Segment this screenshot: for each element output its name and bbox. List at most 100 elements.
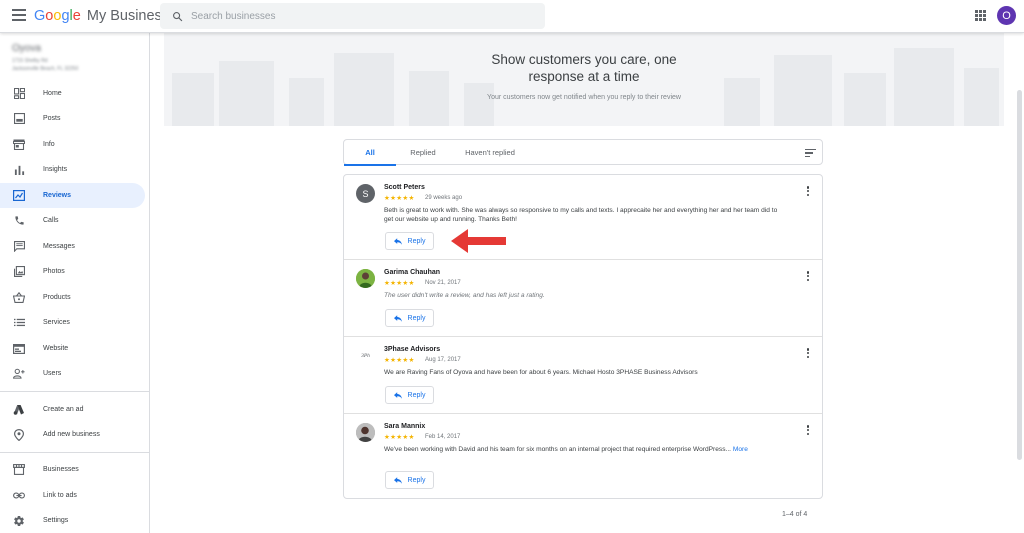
sidebar-item-create-ad[interactable]: Create an ad	[0, 397, 145, 422]
sidebar-item-reviews[interactable]: Reviews	[0, 183, 145, 208]
reply-button[interactable]: Reply	[385, 471, 434, 489]
photos-icon	[13, 266, 25, 278]
review-item: Sara Mannix ★★★★★ Feb 14, 2017 We've bee…	[344, 414, 822, 498]
gear-icon	[13, 515, 25, 527]
sidebar-item-products[interactable]: Products	[0, 285, 145, 310]
sidebar-divider	[0, 452, 150, 453]
review-text: We are Raving Fans of Oyova and have bee…	[384, 369, 698, 376]
banner-illustration	[289, 78, 324, 126]
search-input[interactable]	[191, 10, 511, 22]
google-apps-icon[interactable]	[975, 10, 986, 21]
banner-subtitle: Your customers now get notified when you…	[487, 94, 681, 101]
reply-button[interactable]: Reply	[385, 386, 434, 404]
sidebar: Oyova 1715 Shelby Rd Jacksonville Beach,…	[0, 33, 150, 533]
tab-havent-replied[interactable]: Haven't replied	[450, 140, 530, 165]
sidebar-item-label: Messages	[43, 243, 75, 250]
business-info: Oyova 1715 Shelby Rd Jacksonville Beach,…	[12, 43, 132, 73]
banner-illustration	[724, 78, 760, 126]
review-text: We've been working with David and his te…	[384, 446, 748, 453]
sidebar-item-label: Calls	[43, 217, 59, 224]
google-my-business-logo[interactable]: Google My Business	[34, 8, 169, 24]
sidebar-item-messages[interactable]: Messages	[0, 234, 145, 259]
more-link[interactable]: More	[733, 446, 748, 453]
star-rating: ★★★★★	[384, 195, 415, 202]
sidebar-item-add-new-business[interactable]: Add new business	[0, 422, 145, 447]
review-item: Garima Chauhan ★★★★★ Nov 21, 2017 The us…	[344, 260, 822, 337]
star-rating: ★★★★★	[384, 357, 415, 364]
sidebar-item-posts[interactable]: Posts	[0, 106, 145, 131]
reply-arrow-icon	[393, 237, 402, 245]
review-date: Aug 17, 2017	[425, 356, 461, 363]
bar-chart-icon	[13, 164, 25, 176]
sidebar-item-label: Services	[43, 319, 70, 326]
sidebar-item-link-to-ads[interactable]: Link to ads	[0, 483, 145, 508]
sidebar-item-insights[interactable]: Insights	[0, 157, 145, 182]
banner-illustration	[464, 83, 494, 126]
review-text: The user didn't write a review, and has …	[384, 292, 545, 299]
sidebar-item-label: Users	[43, 370, 62, 377]
star-rating: ★★★★★	[384, 280, 415, 287]
posts-icon	[13, 113, 25, 125]
add-user-icon	[13, 368, 25, 380]
sidebar-item-home[interactable]: Home	[0, 81, 145, 106]
tab-replied[interactable]: Replied	[396, 140, 450, 165]
reviewer-name[interactable]: Scott Peters	[384, 184, 425, 191]
reviewer-avatar[interactable]	[356, 423, 375, 442]
sidebar-item-photos[interactable]: Photos	[0, 259, 145, 284]
reviewer-avatar[interactable]: S	[356, 184, 375, 203]
top-app-bar: Google My Business O	[0, 0, 1024, 33]
message-icon	[13, 241, 25, 253]
sidebar-item-label: Posts	[43, 115, 61, 122]
tab-all[interactable]: All	[344, 140, 396, 166]
more-options-icon[interactable]	[803, 424, 813, 436]
reviewer-name[interactable]: Garima Chauhan	[384, 269, 440, 276]
sidebar-item-businesses[interactable]: Businesses	[0, 457, 145, 482]
more-options-icon[interactable]	[803, 347, 813, 359]
reviews-icon	[13, 190, 25, 202]
hamburger-menu-icon[interactable]	[12, 9, 26, 21]
more-options-icon[interactable]	[803, 270, 813, 282]
sidebar-item-label: Create an ad	[43, 406, 84, 413]
review-date: Nov 21, 2017	[425, 279, 461, 286]
reviewer-avatar[interactable]	[356, 269, 375, 288]
search-bar[interactable]	[160, 3, 545, 29]
phone-icon	[13, 215, 25, 227]
dashboard-icon	[13, 88, 25, 100]
sidebar-item-label: Settings	[43, 517, 69, 524]
annotation-arrow-icon	[451, 229, 506, 253]
review-filter-tabs: All Replied Haven't replied	[343, 139, 823, 166]
sort-icon[interactable]	[805, 149, 816, 157]
reply-button[interactable]: Reply	[385, 309, 434, 327]
sidebar-item-label: Products	[43, 294, 71, 301]
review-text: Beth is great to work with. She was alwa…	[384, 207, 778, 223]
reviewer-avatar[interactable]: 3Ph	[356, 346, 375, 365]
sidebar-divider	[0, 391, 150, 392]
storefront-icon	[13, 139, 25, 151]
sidebar-item-label: Info	[43, 141, 55, 148]
sidebar-item-calls[interactable]: Calls	[0, 208, 145, 233]
list-icon	[13, 317, 25, 329]
sidebar-item-settings[interactable]: Settings	[0, 508, 145, 533]
product-name: My Business	[86, 8, 170, 24]
sidebar-item-label: Home	[43, 90, 62, 97]
account-avatar[interactable]: O	[997, 6, 1016, 25]
sidebar-item-info[interactable]: Info	[0, 132, 145, 157]
banner-title: Show customers you care, one response at…	[491, 52, 677, 84]
sidebar-item-users[interactable]: Users	[0, 361, 145, 386]
scrollbar[interactable]	[1017, 90, 1022, 460]
sidebar-item-label: Reviews	[43, 192, 72, 199]
sidebar-item-services[interactable]: Services	[0, 310, 145, 335]
sidebar-item-label: Website	[43, 345, 69, 352]
sidebar-item-label: Link to ads	[43, 492, 77, 499]
pagination-label: 1–4 of 4	[782, 511, 808, 518]
google-ads-icon	[13, 404, 25, 416]
star-rating: ★★★★★	[384, 434, 415, 441]
reply-button[interactable]: Reply	[385, 232, 434, 250]
more-options-icon[interactable]	[803, 185, 813, 197]
review-item: S Scott Peters ★★★★★ 29 weeks ago Beth i…	[344, 175, 822, 260]
sidebar-item-website[interactable]: Website	[0, 336, 145, 361]
sidebar-item-label: Photos	[43, 268, 65, 275]
review-date: 29 weeks ago	[425, 194, 463, 201]
reviewer-name[interactable]: 3Phase Advisors	[384, 346, 440, 353]
reviewer-name[interactable]: Sara Mannix	[384, 423, 425, 430]
